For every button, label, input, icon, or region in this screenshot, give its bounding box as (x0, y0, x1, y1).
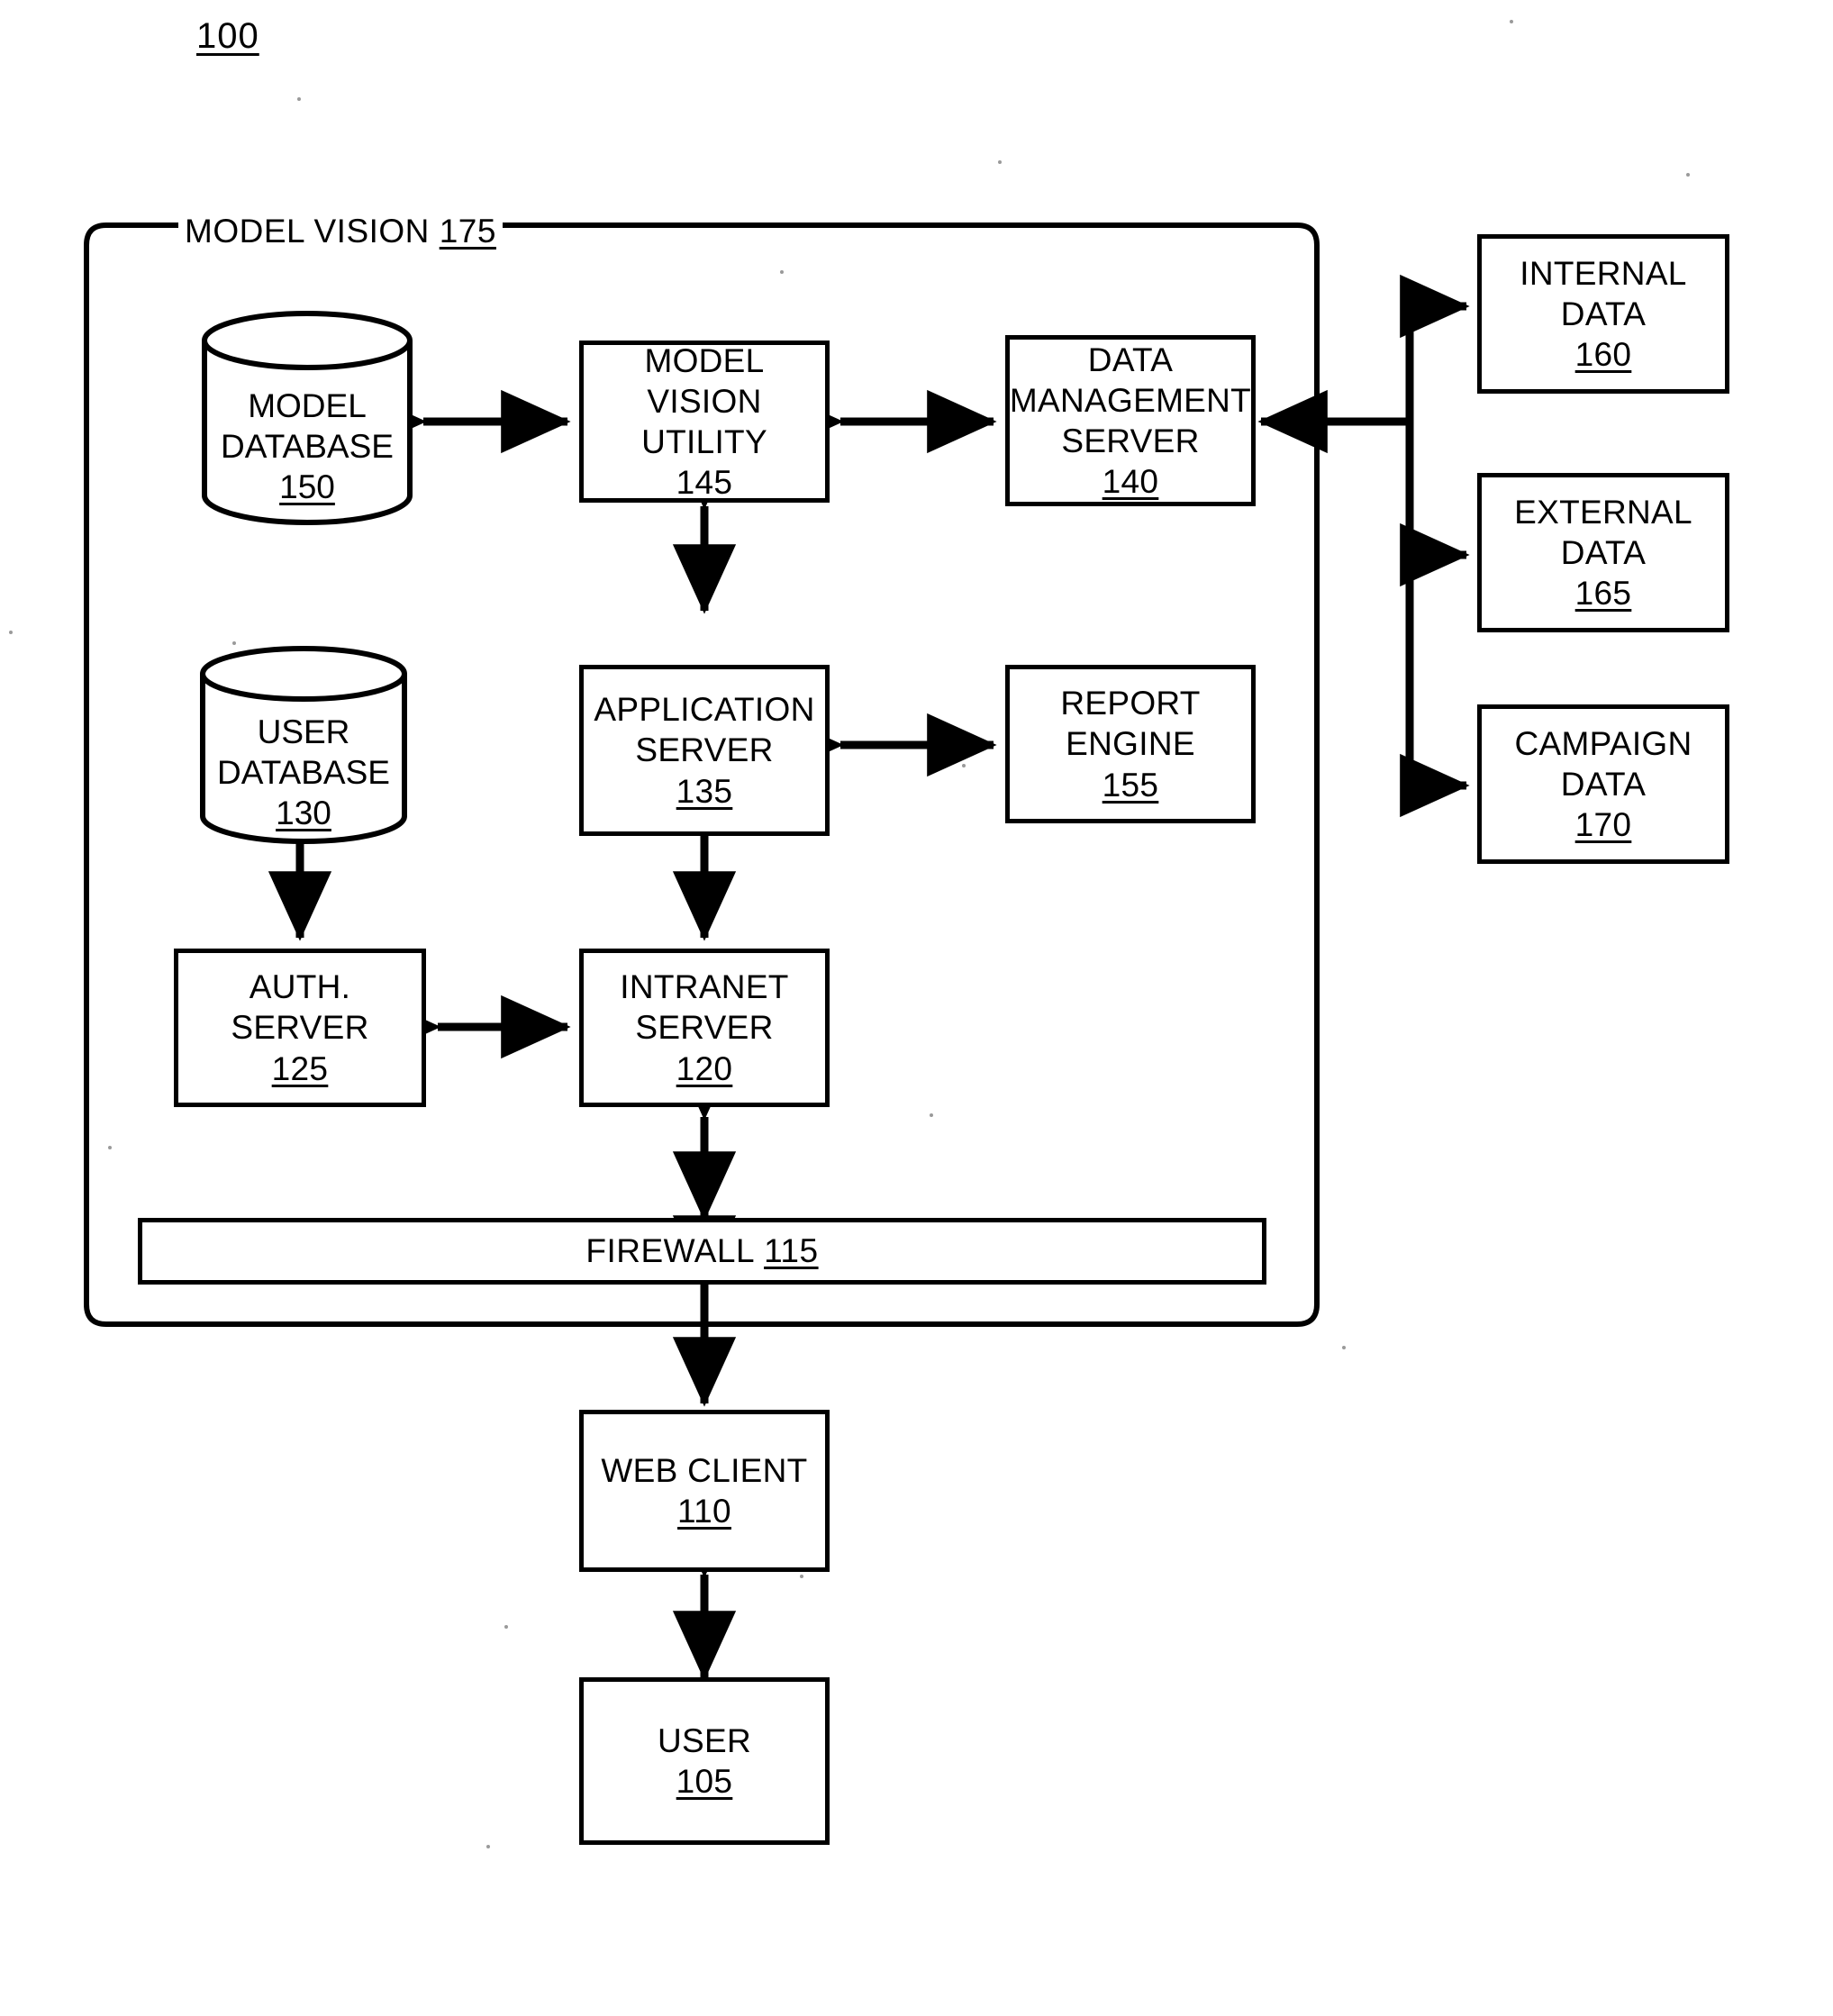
user-ref: 105 (676, 1763, 733, 1800)
application-server-label: APPLICATION SERVER (594, 691, 815, 769)
web-client-label: WEB CLIENT (601, 1451, 808, 1489)
scan-speck (232, 641, 236, 645)
scan-speck (962, 764, 966, 767)
auth-server-node: AUTH. SERVER 125 (174, 949, 426, 1107)
auth-server-ref: 125 (271, 1049, 329, 1087)
internal-data-node: INTERNAL DATA 160 (1477, 234, 1729, 394)
model-vision-utility-ref: 145 (676, 464, 733, 502)
intranet-server-label: INTRANET SERVER (620, 968, 789, 1047)
model-database-node: MODEL DATABASE 150 (200, 310, 414, 526)
patent-figure: 100 MODEL VISION 175 MODEL DATABASE 150 … (0, 0, 1833, 2016)
data-management-server-node: DATA MANAGEMENT SERVER 140 (1005, 335, 1256, 506)
scan-speck (9, 631, 13, 634)
model-vision-utility-label: MODEL VISION UTILITY (641, 341, 767, 460)
scan-speck (297, 97, 301, 101)
firewall-label: FIREWALL (585, 1232, 756, 1269)
scan-speck (930, 1113, 933, 1117)
external-data-node: EXTERNAL DATA 165 (1477, 473, 1729, 632)
report-engine-ref: 155 (1102, 766, 1159, 804)
scan-speck (1510, 20, 1513, 23)
model-vision-utility-node: MODEL VISION UTILITY 145 (579, 341, 830, 503)
figure-number: 100 (196, 16, 259, 56)
auth-server-label: AUTH. SERVER (231, 968, 369, 1047)
report-engine-node: REPORT ENGINE 155 (1005, 665, 1256, 823)
firewall-ref: 115 (764, 1232, 819, 1269)
scan-speck (504, 1625, 508, 1629)
model-database-label: MODEL DATABASE (221, 387, 394, 466)
model-vision-boundary-label: MODEL VISION 175 (178, 213, 503, 250)
user-label: USER (658, 1721, 751, 1759)
application-server-ref: 135 (676, 772, 733, 810)
user-database-ref: 130 (276, 795, 331, 832)
external-data-label: EXTERNAL DATA (1514, 493, 1692, 571)
scan-speck (1686, 173, 1690, 177)
internal-data-label: INTERNAL DATA (1520, 254, 1687, 332)
external-data-ref: 165 (1574, 575, 1632, 613)
firewall-node: FIREWALL 115 (138, 1218, 1266, 1285)
scan-speck (108, 1146, 112, 1149)
model-database-ref: 150 (279, 468, 335, 506)
campaign-data-ref: 170 (1574, 806, 1632, 844)
scan-speck (486, 1845, 490, 1848)
web-client-ref: 110 (677, 1493, 731, 1530)
scan-speck (1342, 1346, 1346, 1349)
data-management-server-ref: 140 (1102, 463, 1159, 501)
boundary-label-text: MODEL VISION (185, 213, 430, 250)
user-database-node: USER DATABASE 130 (198, 645, 409, 845)
campaign-data-node: CAMPAIGN DATA 170 (1477, 704, 1729, 864)
internal-data-ref: 160 (1574, 336, 1632, 374)
campaign-data-label: CAMPAIGN DATA (1514, 724, 1692, 803)
scan-speck (800, 1575, 803, 1578)
boundary-label-ref: 175 (439, 213, 496, 250)
scan-speck (780, 270, 784, 274)
intranet-server-ref: 120 (676, 1049, 733, 1087)
user-database-label: USER DATABASE (217, 713, 390, 792)
application-server-node: APPLICATION SERVER 135 (579, 665, 830, 836)
report-engine-label: REPORT ENGINE (1060, 685, 1201, 763)
user-node: USER 105 (579, 1677, 830, 1845)
data-management-server-label: DATA MANAGEMENT SERVER (1009, 341, 1252, 459)
web-client-node: WEB CLIENT 110 (579, 1410, 830, 1572)
scan-speck (998, 160, 1002, 164)
intranet-server-node: INTRANET SERVER 120 (579, 949, 830, 1107)
